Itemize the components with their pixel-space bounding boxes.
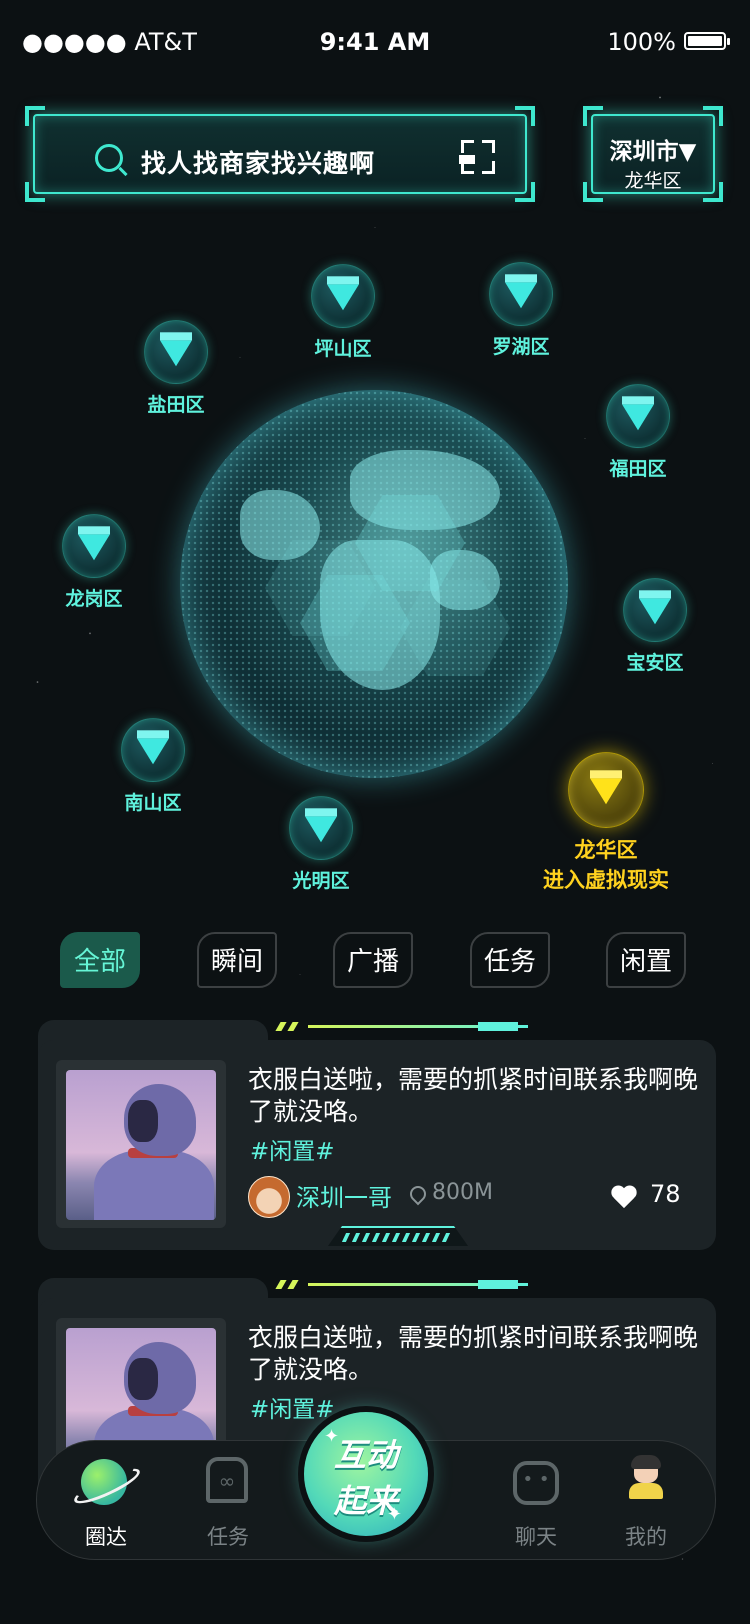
diamond-icon [590,770,622,805]
interact-label-line1: 互动 [333,1436,398,1474]
city-selector[interactable]: 深圳市▼ 龙华区 [583,106,723,202]
diamond-icon [78,526,110,561]
tab-all[interactable]: 全部 [60,932,140,988]
diamond-icon [305,808,337,843]
diamond-icon [327,276,359,311]
nav-item-quanda[interactable]: 圈达 [51,1441,161,1559]
chat-icon [513,1461,559,1505]
interact-label-line2: 起来 [333,1482,398,1520]
district-marker-yantian[interactable]: 盐田区 [116,320,236,417]
district-marker-longgang[interactable]: 龙岗区 [34,514,154,611]
sparkle-icon: ✦ [324,1426,340,1447]
diamond-icon [160,332,192,367]
tab-idle[interactable]: 闲置 [606,932,686,988]
post-distance: 800M [432,1180,493,1205]
heart-icon[interactable] [612,1186,638,1208]
tab-moments[interactable]: 瞬间 [197,932,277,988]
battery-icon [684,32,730,50]
diamond-icon [505,274,537,309]
card-decoration [275,1020,548,1034]
post-tag[interactable]: #闲置# [250,1132,335,1166]
interact-button[interactable]: ✦ ✦ 互动 起来 [304,1412,428,1536]
district-marker-longhua-active[interactable]: 龙华区 进入虚拟现实 [506,752,706,894]
district-marker-luohu[interactable]: 罗湖区 [461,262,581,359]
diamond-icon [639,590,671,625]
avatar-icon [629,1455,663,1499]
post-thumbnail[interactable] [56,1060,226,1228]
diamond-icon [137,730,169,765]
search-input[interactable]: 找人找商家找兴趣啊 [141,144,375,180]
sparkle-icon: ✦ [386,1504,402,1525]
district-marker-pingshan[interactable]: 坪山区 [283,264,403,361]
battery-percent: 100% [607,28,676,56]
tab-broadcast[interactable]: 广播 [333,932,413,988]
avatar[interactable] [248,1176,290,1218]
scan-icon[interactable] [459,140,495,174]
card-decoration [275,1278,548,1292]
tab-tasks[interactable]: 任务 [470,932,550,988]
search-icon [95,144,123,172]
nav-item-tasks[interactable]: 任务 [173,1441,283,1559]
district-marker-nanshan[interactable]: 南山区 [93,718,213,815]
globe-illustration[interactable] [180,390,568,778]
post-card[interactable]: 衣服白送啦，需要的抓紧时间联系我啊晚了就没咯。 #闲置# 深圳一哥 800M 7… [38,1020,716,1250]
nav-item-me[interactable]: 我的 [591,1441,701,1559]
district-marker-baoan[interactable]: 宝安区 [595,578,715,675]
city-district: 龙华区 [624,170,682,192]
like-count: 78 [650,1180,681,1208]
post-title: 衣服白送啦，需要的抓紧时间联系我啊晚了就没咯。 [248,1323,699,1384]
search-bar[interactable]: 找人找商家找兴趣啊 [25,106,535,202]
district-marker-futian[interactable]: 福田区 [578,384,698,481]
city-name: 深圳市▼ [609,139,697,165]
feed-tabs: 全部 瞬间 广播 任务 闲置 [60,932,690,990]
enter-vr-link[interactable]: 进入虚拟现实 [506,864,706,894]
post-title: 衣服白送啦，需要的抓紧时间联系我啊晚了就没咯。 [248,1065,699,1126]
planet-icon [81,1459,127,1505]
diamond-icon [622,396,654,431]
post-author[interactable]: 深圳一哥 [296,1178,392,1213]
card-footer-decoration [328,1226,468,1246]
status-bar: ●●●●● AT&T 9:41 AM 100% [0,0,750,84]
task-icon [206,1457,248,1503]
nav-item-chat[interactable]: 聊天 [481,1441,591,1559]
district-marker-guangming[interactable]: 光明区 [261,796,381,893]
